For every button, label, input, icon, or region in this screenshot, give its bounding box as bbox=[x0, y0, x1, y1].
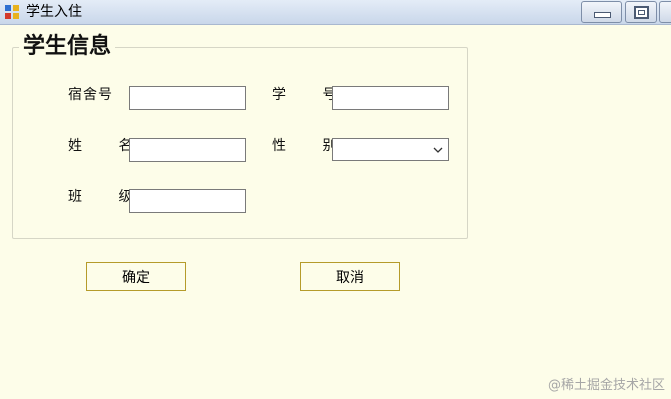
minimize-button[interactable] bbox=[581, 1, 622, 23]
watermark: @稀土掘金技术社区 bbox=[547, 378, 665, 393]
app-form-icon bbox=[5, 5, 19, 19]
maximize-icon bbox=[634, 6, 649, 19]
maximize-button[interactable] bbox=[625, 1, 657, 23]
gender-select[interactable] bbox=[332, 138, 449, 161]
dorm-number-input[interactable] bbox=[129, 86, 246, 110]
close-button[interactable] bbox=[659, 1, 671, 23]
confirm-button[interactable]: 确定 bbox=[86, 262, 186, 291]
cancel-button[interactable]: 取消 bbox=[300, 262, 400, 291]
group-title: 学生信息 bbox=[23, 34, 112, 59]
name-input[interactable] bbox=[129, 138, 246, 162]
dorm-number-label: 宿舍号 bbox=[68, 87, 113, 103]
window-title: 学生入住 bbox=[26, 4, 82, 20]
title-bar: 学生入住 bbox=[0, 0, 671, 25]
student-number-input[interactable] bbox=[332, 86, 449, 110]
minimize-icon bbox=[594, 12, 611, 18]
chevron-down-icon bbox=[433, 147, 443, 153]
class-input[interactable] bbox=[129, 189, 246, 213]
